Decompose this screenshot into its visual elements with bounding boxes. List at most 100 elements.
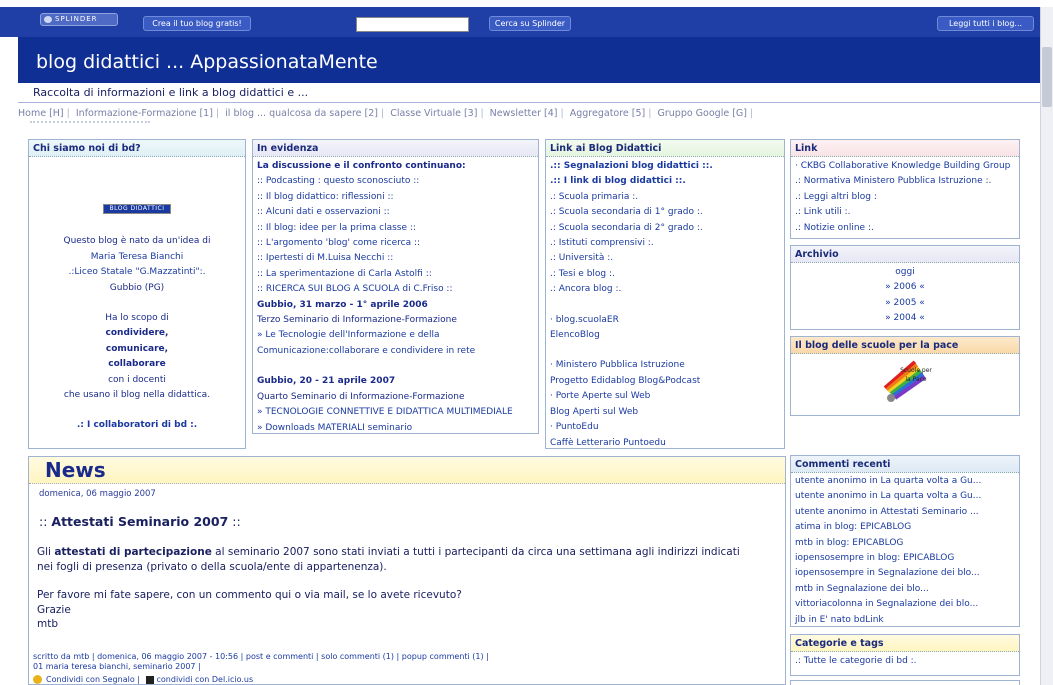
nav-item-gruppo-google[interactable]: Gruppo Google [G] bbox=[658, 108, 747, 119]
comment-item[interactable]: utente anonimo in La quarta volta a Gu..… bbox=[795, 474, 1015, 489]
scrollbar-thumb[interactable] bbox=[1042, 47, 1052, 107]
post-meta-links[interactable]: scritto da mtb | domenica, 06 maggio 200… bbox=[33, 652, 489, 662]
chi-siamo-line: che usano il blog nella didattica. bbox=[63, 390, 211, 401]
evidenza-link[interactable]: » Downloads MATERIALI seminario bbox=[257, 421, 534, 436]
scuole-pace-logo[interactable]: Scuole per la Pace bbox=[875, 358, 935, 404]
share-segnalo-link[interactable]: Condividi con Segnalo | bbox=[46, 675, 140, 684]
news-heading: News bbox=[29, 457, 785, 484]
evidenza-link[interactable]: :: Alcuni dati e osservazioni :: bbox=[257, 205, 534, 220]
post-text: al seminario 2007 sono stati inviati a t… bbox=[211, 546, 740, 558]
nav-item-newsletter[interactable]: Newsletter [4] bbox=[490, 108, 558, 119]
nav-item-il-blog[interactable]: il blog ... qualcosa da sapere [2] bbox=[225, 108, 378, 119]
scuole-pace-logo-text: Scuole per la Pace bbox=[900, 367, 932, 383]
comment-item[interactable]: atima in blog: EPICABLOG bbox=[795, 520, 1015, 535]
liceo-link[interactable]: .:Liceo Statale "G.Mazzatinti":. bbox=[33, 265, 241, 280]
post-date: domenica, 06 maggio 2007 bbox=[39, 489, 156, 499]
evidenza-link[interactable]: :: Il blog didattico: riflessioni :: bbox=[257, 190, 534, 205]
blog-title[interactable]: blog didattici ... AppassionataMente bbox=[36, 51, 378, 73]
news-section: News domenica, 06 maggio 2007 :: Attesta… bbox=[28, 456, 786, 685]
evidenza-link[interactable]: » TECNOLOGIE CONNETTIVE E DIDATTICA MULT… bbox=[257, 405, 534, 420]
post-tags[interactable]: 01 maria teresa bianchi, seminario 2007 … bbox=[33, 662, 489, 672]
share-delicious-link[interactable]: condividi con Del.icio.us bbox=[157, 675, 254, 684]
author-link[interactable]: Maria Teresa Bianchi bbox=[33, 250, 241, 265]
comment-item[interactable]: utente anonimo in Attestati Seminario ..… bbox=[795, 505, 1015, 520]
link-item[interactable]: .: Normativa Ministero Pubblica Istruzio… bbox=[795, 174, 1015, 189]
evidenza-link[interactable]: :: Ipertesti di M.Luisa Necchi :: bbox=[257, 251, 534, 266]
comment-item[interactable]: utente anonimo in La quarta volta a Gu..… bbox=[795, 489, 1015, 504]
splinder-search-input[interactable] bbox=[356, 17, 469, 32]
blog-subtitle: Raccolta di informazioni e link a blog d… bbox=[33, 86, 309, 99]
read-all-blogs-button[interactable]: Leggi tutti i blog... bbox=[937, 16, 1034, 31]
segnalo-icon bbox=[33, 675, 42, 684]
chi-siamo-line: con i docenti bbox=[108, 374, 166, 385]
post-footer: scritto da mtb | domenica, 06 maggio 200… bbox=[33, 652, 489, 672]
delicious-icon bbox=[145, 675, 154, 684]
evidenza-link[interactable]: :: L'argomento 'blog' come ricerca :: bbox=[257, 236, 534, 251]
nav-item-informazione[interactable]: Informazione-Formazione [1] bbox=[76, 108, 213, 119]
in-evidenza-box: In evidenza La discussione e il confront… bbox=[252, 139, 539, 434]
link-blog-item[interactable]: .: Istituti comprensivi :. bbox=[550, 236, 780, 251]
link-item[interactable]: .: Link utili :. bbox=[795, 205, 1015, 220]
nav-divider bbox=[30, 121, 150, 126]
archivio-title: Archivio bbox=[791, 246, 1019, 263]
splinder-logo[interactable]: SPLINDER bbox=[40, 13, 118, 26]
link-blog-item[interactable]: · Ministero Pubblica Istruzione bbox=[550, 358, 780, 373]
link-blog-item[interactable]: .: Scuola secondaria di 2° grado :. bbox=[550, 221, 780, 236]
comment-item[interactable]: iopensosempre in Segnalazione dei blo... bbox=[795, 566, 1015, 581]
post-title-suffix: :: bbox=[228, 514, 241, 529]
link-blog-item[interactable]: · PuntoEdu bbox=[550, 420, 780, 435]
collaboratori-link[interactable]: .: I collaboratori di bd :. bbox=[33, 418, 241, 433]
link-blog-item[interactable]: · blog.scuolaER bbox=[550, 313, 780, 328]
search-splinder-button[interactable]: Cerca su Splinder bbox=[489, 16, 571, 31]
in-evidenza-title: In evidenza bbox=[253, 140, 538, 157]
create-blog-button[interactable]: Crea il tuo blog gratis! bbox=[143, 16, 251, 31]
link-blog-item[interactable]: · Porte Aperte sul Web bbox=[550, 389, 780, 404]
nav-item-home[interactable]: Home [H] bbox=[18, 108, 64, 119]
comment-item[interactable]: iopensosempre in blog: EPICABLOG bbox=[795, 551, 1015, 566]
post-text: nei fogli di presenza (privato o della s… bbox=[37, 560, 387, 573]
blog-header: blog didattici ... AppassionataMente bbox=[18, 37, 1040, 83]
link-blog-box: Link ai Blog Didattici .:: Segnalazioni … bbox=[545, 139, 785, 449]
post-body: Gli attestati di partecipazione al semin… bbox=[37, 545, 777, 632]
link-blog-item[interactable]: .:: Segnalazioni blog didattici ::. bbox=[550, 159, 780, 174]
evidenza-link[interactable]: » Le Tecnologie dell'Informazione e dell… bbox=[257, 328, 534, 343]
link-blog-item[interactable]: .: Scuola primaria :. bbox=[550, 190, 780, 205]
evidenza-link[interactable]: :: La sperimentazione di Carla Astolfi :… bbox=[257, 267, 534, 282]
nav-item-classe-virtuale[interactable]: Classe Virtuale [3] bbox=[390, 108, 477, 119]
link-blog-item[interactable]: .:: I link di blog didattici ::. bbox=[550, 174, 780, 189]
archivio-item[interactable]: » 2005 « bbox=[795, 296, 1015, 311]
comment-item[interactable]: jlb in E' nato bdLink bbox=[795, 613, 1015, 628]
link-item[interactable]: .: Leggi altri blog : bbox=[795, 190, 1015, 205]
archivio-item[interactable]: » 2006 « bbox=[795, 280, 1015, 295]
evidenza-link[interactable]: :: Podcasting : questo sconosciuto :: bbox=[257, 174, 534, 189]
link-blog-item[interactable]: .: Scuola secondaria di 1° grado :. bbox=[550, 205, 780, 220]
evidenza-link[interactable]: Comunicazione:collaborare e condividere … bbox=[257, 344, 534, 359]
commenti-title: Commenti recenti bbox=[791, 456, 1019, 473]
comment-item[interactable]: vittoriacolonna in Segnalazione dei blo.… bbox=[795, 597, 1015, 612]
categorie-box: Categorie e tags .: Tutte le categorie d… bbox=[790, 634, 1020, 676]
link-item[interactable]: .: Notizie online :. bbox=[795, 221, 1015, 236]
page-scrollbar[interactable] bbox=[1040, 7, 1053, 685]
blog-didattici-badge[interactable]: BLOG DIDATTICI bbox=[103, 204, 171, 214]
categorie-item[interactable]: .: Tutte le categorie di bd :. bbox=[795, 654, 1015, 669]
link-blog-item[interactable]: Caffè Letterario Puntoedu bbox=[550, 436, 780, 451]
comment-item[interactable]: mtb in blog: EPICABLOG bbox=[795, 536, 1015, 551]
link-blog-item[interactable]: .: Ancora blog :. bbox=[550, 282, 780, 297]
archivio-item[interactable]: » 2004 « bbox=[795, 311, 1015, 326]
commenti-box: Commenti recenti utente anonimo in La qu… bbox=[790, 455, 1020, 627]
evidenza-line: Terzo Seminario di Informazione-Formazio… bbox=[257, 315, 457, 326]
comment-item[interactable]: mtb in Segnalazione dei blo... bbox=[795, 582, 1015, 597]
link-blog-item[interactable]: .: Tesi e blog :. bbox=[550, 267, 780, 282]
post-title-link[interactable]: Attestati Seminario 2007 bbox=[51, 514, 228, 529]
link-blog-item[interactable]: Blog Aperti sul Web bbox=[550, 405, 780, 420]
evidenza-link[interactable]: :: Il blog: idee per la prima classe :: bbox=[257, 221, 534, 236]
link-blog-item[interactable]: Progetto Edidablog Blog&Podcast bbox=[550, 374, 780, 389]
link-item[interactable]: · CKBG Collaborative Knowledge Building … bbox=[795, 159, 1015, 174]
nav-item-aggregatore[interactable]: Aggregatore [5] bbox=[570, 108, 646, 119]
link-blog-item[interactable]: .: Università :. bbox=[550, 251, 780, 266]
archivio-item[interactable]: oggi bbox=[795, 265, 1015, 280]
evidenza-heading: La discussione e il confronto continuano… bbox=[257, 161, 466, 171]
evidenza-link[interactable]: :: RICERCA SUI BLOG A SCUOLA di C.Friso … bbox=[257, 282, 534, 297]
splinder-topbar: SPLINDER Crea il tuo blog gratis! Cerca … bbox=[0, 7, 1053, 37]
link-blog-item[interactable]: ElencoBlog bbox=[550, 328, 780, 343]
